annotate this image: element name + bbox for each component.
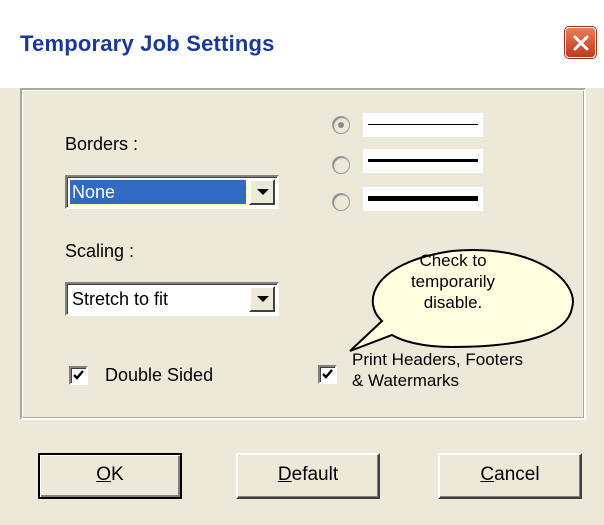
tooltip-text: Check to temporarily disable. <box>378 250 528 313</box>
borders-select[interactable]: None <box>65 175 279 209</box>
line-medium-radio[interactable] <box>332 156 350 174</box>
borders-value: None <box>69 179 247 205</box>
window-title: Temporary Job Settings <box>20 31 275 56</box>
ok-label: K <box>111 464 124 485</box>
line-thick-sample <box>363 187 483 211</box>
scaling-value: Stretch to fit <box>72 289 169 309</box>
ok-button[interactable]: OK <box>38 453 182 499</box>
cancel-button[interactable]: Cancel <box>438 453 582 499</box>
print-headers-checkbox[interactable] <box>318 365 337 384</box>
default-accel: D <box>277 464 292 485</box>
scaling-label: Scaling : <box>65 241 135 261</box>
scaling-dropdown-button[interactable] <box>249 286 275 312</box>
cancel-accel: C <box>480 464 495 485</box>
close-button[interactable] <box>565 27 596 58</box>
double-sided-label: Double Sided <box>105 365 214 385</box>
checkmark-icon <box>73 370 84 380</box>
line-thick-radio[interactable] <box>332 193 350 211</box>
print-headers-line: Print Headers, Footers <box>352 350 524 369</box>
print-headers-label: Print Headers, Footers & Watermarks <box>352 349 523 391</box>
ok-accel: O <box>96 464 112 485</box>
title-bar[interactable]: Temporary Job Settings <box>0 0 604 88</box>
line-thin-radio[interactable] <box>332 116 350 134</box>
borders-label: Borders : <box>65 134 139 154</box>
tooltip-line: temporarily <box>410 272 496 291</box>
default-button[interactable]: Default <box>236 453 380 499</box>
line-medium-sample <box>363 149 483 173</box>
tooltip-line: disable. <box>423 293 483 312</box>
dialog-window: Temporary Job Settings Borders : None Sc… <box>0 0 604 525</box>
close-icon <box>573 35 589 51</box>
borders-dropdown-button[interactable] <box>249 179 275 205</box>
print-headers-line: & Watermarks <box>352 371 460 390</box>
default-label: efault <box>291 464 339 485</box>
checkmark-icon <box>322 369 333 379</box>
cancel-label: ancel <box>494 464 540 485</box>
double-sided-checkbox[interactable] <box>69 366 88 385</box>
scaling-select[interactable]: Stretch to fit <box>65 282 279 316</box>
tooltip-line: Check to <box>419 251 487 270</box>
line-thin-sample <box>363 113 483 137</box>
